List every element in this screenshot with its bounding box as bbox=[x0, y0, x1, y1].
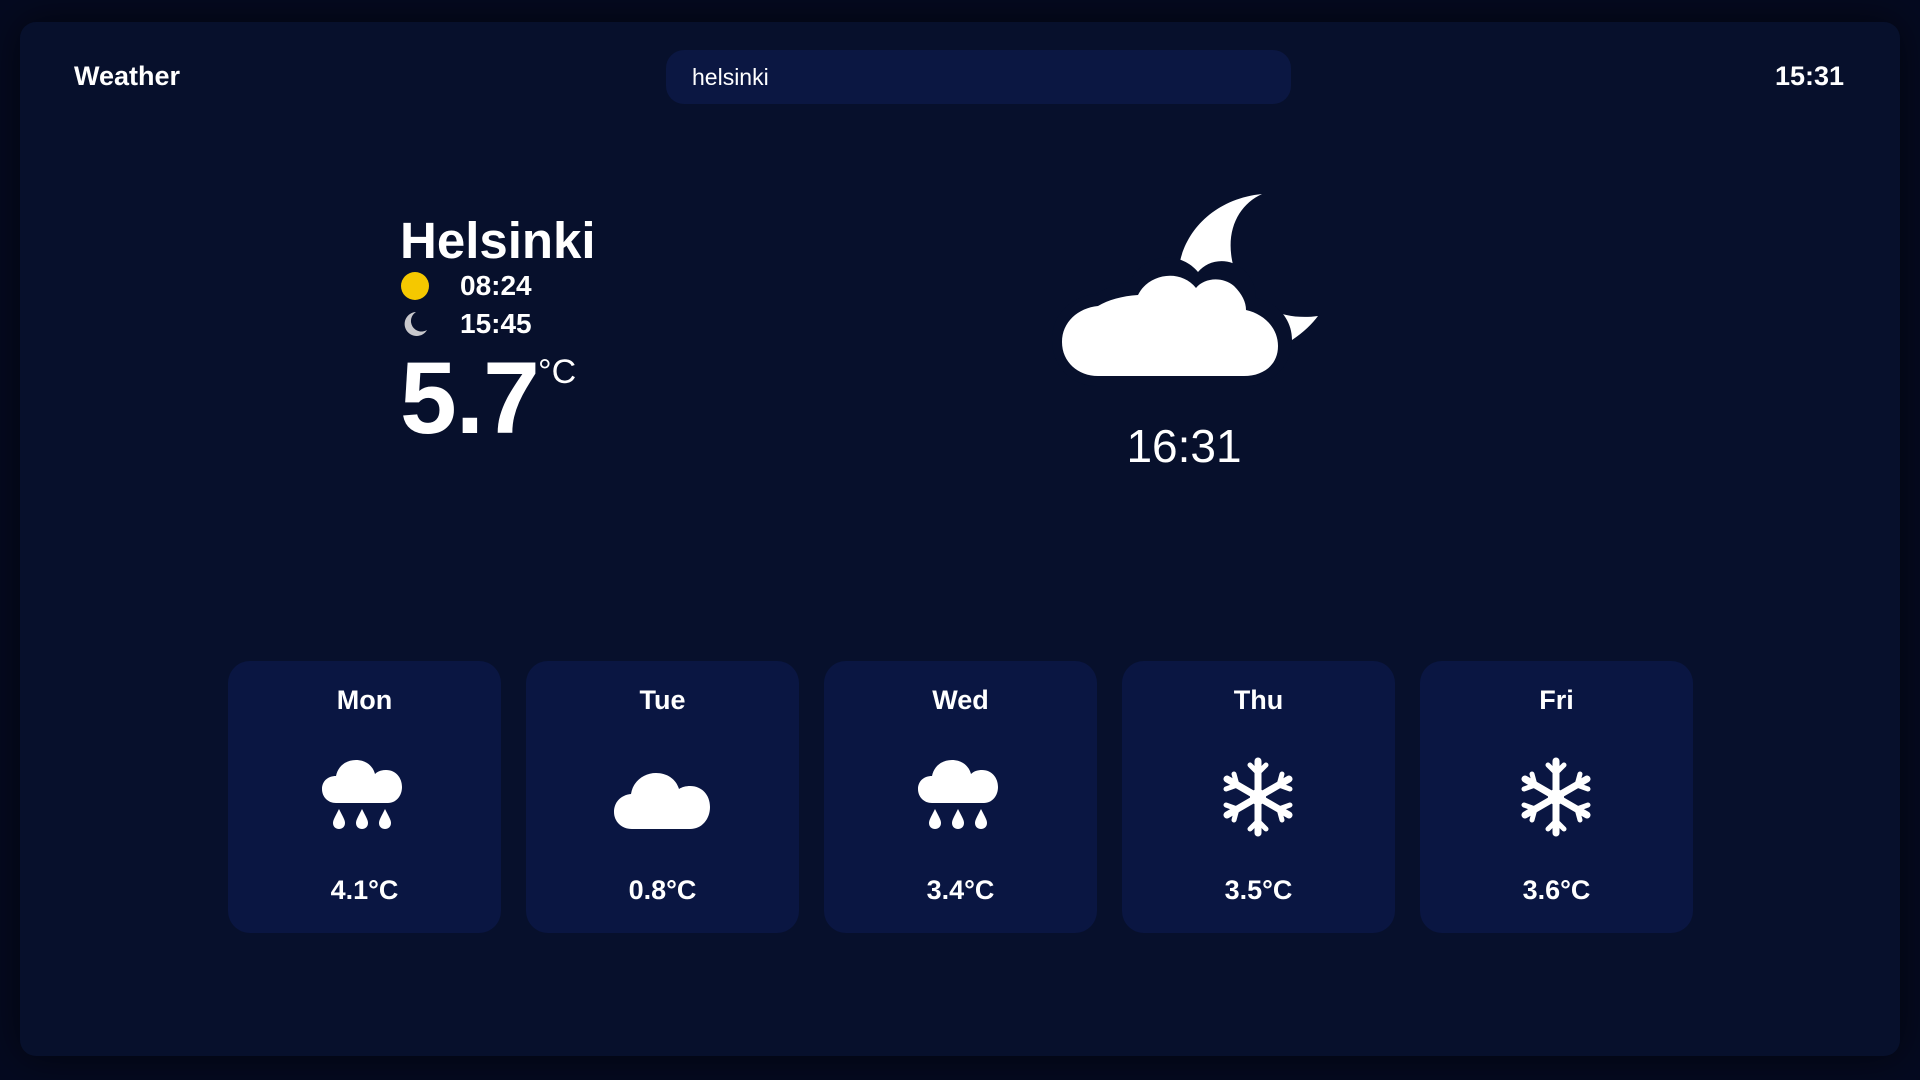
search-input[interactable] bbox=[692, 63, 1252, 91]
forecast-day: Fri bbox=[1539, 685, 1574, 715]
forecast-card-mon[interactable]: Mon 4.1°C bbox=[228, 661, 501, 933]
forecast-temp: 0.8°C bbox=[628, 875, 697, 905]
forecast-day: Mon bbox=[336, 685, 393, 715]
forecast-day: Thu bbox=[1233, 685, 1284, 715]
search-bar[interactable] bbox=[666, 50, 1291, 104]
forecast-temp: 3.5°C bbox=[1224, 875, 1293, 905]
header-clock: 15:31 bbox=[1774, 61, 1844, 91]
forecast-card-thu[interactable]: Thu 3.5°C bbox=[1122, 661, 1395, 933]
city-name: Helsinki bbox=[400, 212, 596, 269]
forecast-day: Wed bbox=[932, 685, 989, 715]
cloud-rain-icon bbox=[314, 757, 414, 837]
temperature-unit: °C bbox=[538, 353, 577, 391]
forecast-list: Mon 4.1°C Tue 0.8°C Wed 3.4°C Thu 3.5°C … bbox=[228, 661, 1693, 933]
forecast-card-tue[interactable]: Tue 0.8°C bbox=[526, 661, 799, 933]
sun-icon bbox=[400, 271, 430, 301]
forecast-temp: 3.4°C bbox=[926, 875, 995, 905]
sunset-row: 15:45 bbox=[400, 307, 532, 341]
forecast-day: Tue bbox=[639, 685, 686, 715]
sunset-time: 15:45 bbox=[460, 308, 532, 339]
cloud-moon-icon bbox=[1052, 190, 1322, 405]
hero-time: 16:31 bbox=[1126, 420, 1242, 472]
current-temperature: 5.7 bbox=[400, 341, 540, 455]
forecast-card-fri[interactable]: Fri 3.6°C bbox=[1420, 661, 1693, 933]
cloud-rain-icon bbox=[910, 757, 1010, 837]
app-title: Weather bbox=[74, 61, 181, 91]
sunrise-row: 08:24 bbox=[400, 269, 532, 303]
moon-icon bbox=[400, 309, 430, 339]
sunrise-time: 08:24 bbox=[460, 270, 532, 301]
forecast-temp: 3.6°C bbox=[1522, 875, 1591, 905]
forecast-card-wed[interactable]: Wed 3.4°C bbox=[824, 661, 1097, 933]
forecast-temp: 4.1°C bbox=[330, 875, 399, 905]
cloud-icon bbox=[612, 757, 712, 837]
snowflake-icon bbox=[1208, 757, 1308, 837]
snowflake-icon bbox=[1506, 757, 1606, 837]
